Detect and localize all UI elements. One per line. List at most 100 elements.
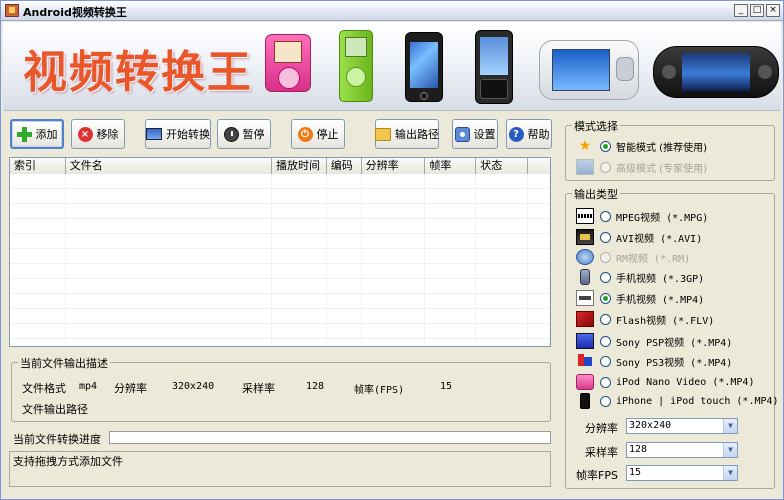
table-row[interactable] bbox=[10, 309, 550, 324]
output-option-label: Sony PS3视频 (*.MP4) bbox=[616, 357, 733, 369]
stop-button[interactable]: ⏻ 停止 bbox=[291, 119, 345, 149]
output-radio[interactable] bbox=[600, 355, 611, 367]
format-label: 文件格式 bbox=[22, 382, 66, 395]
samplerate-select[interactable]: 128 ▼ bbox=[626, 442, 738, 458]
table-row[interactable] bbox=[10, 294, 550, 309]
smart-mode-label: 智能模式 (推荐使用) bbox=[616, 142, 707, 154]
folder-icon bbox=[375, 127, 391, 141]
expert-mode-radio[interactable] bbox=[600, 161, 611, 173]
table-row[interactable] bbox=[10, 174, 550, 189]
psp-image bbox=[653, 46, 779, 98]
mode-selection-group: 模式选择 ★ 智能模式 (推荐使用) 高级模式 (专家使用) bbox=[565, 118, 775, 181]
expert-mode-label: 高级模式 (专家使用) bbox=[616, 163, 707, 175]
iphone-image bbox=[405, 32, 443, 102]
banner-title: 视频转换王 bbox=[23, 47, 253, 98]
table-row[interactable] bbox=[10, 219, 550, 234]
output-radio[interactable] bbox=[600, 395, 611, 407]
help-button[interactable]: ? 帮助 bbox=[506, 119, 552, 149]
output-option-flv[interactable]: Flash视频 (*.FLV) bbox=[576, 311, 714, 327]
pause-button-label: 暂停 bbox=[242, 128, 265, 141]
chevron-down-icon[interactable]: ▼ bbox=[723, 419, 737, 433]
minimize-button[interactable]: _ bbox=[734, 4, 748, 17]
smart-mode-radio[interactable] bbox=[600, 140, 611, 152]
column-header[interactable]: 文件名 bbox=[65, 158, 272, 174]
screen-icon bbox=[146, 128, 162, 140]
expert-mode-option[interactable]: 高级模式 (专家使用) bbox=[576, 159, 707, 175]
psp-icon bbox=[576, 333, 594, 349]
table-row[interactable] bbox=[10, 279, 550, 294]
output-option-ps3[interactable]: Sony PS3视频 (*.MP4) bbox=[576, 353, 732, 369]
table-row[interactable] bbox=[10, 189, 550, 204]
table-row[interactable] bbox=[10, 234, 550, 249]
resolution-select[interactable]: 320x240 ▼ bbox=[626, 418, 738, 434]
app-icon bbox=[5, 4, 19, 17]
title-bar[interactable]: Android视频转换王 _ □ × bbox=[1, 1, 783, 21]
chevron-down-icon[interactable]: ▼ bbox=[723, 466, 737, 480]
table-row[interactable] bbox=[10, 249, 550, 264]
output-option-mp4[interactable]: 手机视频 (*.MP4) bbox=[576, 290, 704, 306]
status-text: 支持拖拽方式添加文件 bbox=[13, 455, 123, 468]
column-header[interactable]: 索引 bbox=[10, 158, 66, 174]
fps-value: 15 bbox=[440, 381, 453, 392]
fps-select-value: 15 bbox=[629, 467, 642, 478]
chevron-down-icon[interactable]: ▼ bbox=[723, 443, 737, 457]
banner: 视频转换王 bbox=[3, 22, 781, 111]
output-path-field-label: 文件输出路径 bbox=[22, 403, 88, 416]
pause-button[interactable]: 暂停 bbox=[217, 119, 271, 149]
column-header[interactable]: 状态 bbox=[476, 158, 529, 174]
table-row[interactable] bbox=[10, 204, 550, 219]
playstation-icon bbox=[576, 353, 594, 369]
status-box: 支持拖拽方式添加文件 bbox=[9, 451, 551, 487]
samplerate-select-value: 128 bbox=[629, 444, 648, 455]
file-list-table[interactable]: 索引 文件名 播放时间 编码 分辨率 帧率 状态 bbox=[9, 157, 551, 347]
param-resolution-label: 分辨率 bbox=[585, 422, 618, 435]
add-button[interactable]: 添加 bbox=[10, 119, 64, 149]
output-radio[interactable] bbox=[600, 251, 611, 263]
close-button[interactable]: × bbox=[766, 4, 780, 17]
smart-mode-option[interactable]: ★ 智能模式 (推荐使用) bbox=[576, 138, 707, 154]
table-row[interactable] bbox=[10, 264, 550, 279]
output-path-button[interactable]: 输出路径 bbox=[375, 119, 439, 149]
output-option-3gp[interactable]: 手机视频 (*.3GP) bbox=[576, 269, 704, 285]
output-radio[interactable] bbox=[600, 376, 611, 388]
remove-button[interactable]: × 移除 bbox=[71, 119, 125, 149]
column-header[interactable]: 分辨率 bbox=[361, 158, 426, 174]
fps-select[interactable]: 15 ▼ bbox=[626, 465, 738, 481]
output-radio[interactable] bbox=[600, 210, 611, 222]
output-radio[interactable] bbox=[600, 335, 611, 347]
output-option-psp[interactable]: Sony PSP视频 (*.MP4) bbox=[576, 333, 732, 349]
start-convert-label: 开始转换 bbox=[166, 128, 210, 141]
output-radio[interactable] bbox=[600, 231, 611, 243]
output-option-mpeg[interactable]: MPEG视频 (*.MPG) bbox=[576, 208, 708, 224]
output-option-avi[interactable]: AVI视频 (*.AVI) bbox=[576, 229, 702, 245]
param-samplerate-label: 采样率 bbox=[585, 446, 618, 459]
output-option-iphone[interactable]: iPhone | iPod touch (*.MP4) bbox=[576, 393, 779, 409]
table-row[interactable] bbox=[10, 339, 550, 346]
output-option-rm[interactable]: RM视频 (*.RM) bbox=[576, 249, 690, 265]
fps-label: 帧率(FPS) bbox=[354, 385, 405, 396]
progress-label: 当前文件转换进度 bbox=[13, 433, 101, 446]
column-header[interactable]: 帧率 bbox=[425, 158, 477, 174]
output-option-label: MPEG视频 (*.MPG) bbox=[616, 212, 709, 224]
resolution-value: 320x240 bbox=[172, 381, 215, 392]
output-option-label: RM视频 (*.RM) bbox=[616, 253, 691, 265]
output-description-group: 当前文件输出描述 文件格式 mp4 分辨率 320x240 采样率 128 帧率… bbox=[11, 355, 551, 422]
start-convert-button[interactable]: 开始转换 bbox=[145, 119, 211, 149]
table-header: 索引 文件名 播放时间 编码 分辨率 帧率 状态 bbox=[10, 158, 550, 174]
main-window: Android视频转换王 _ □ × 视频转换王 添加 × 移除 开始转换 暂停… bbox=[0, 0, 784, 500]
maximize-button[interactable]: □ bbox=[750, 4, 764, 17]
column-header[interactable]: 编码 bbox=[326, 158, 362, 174]
output-radio[interactable] bbox=[600, 271, 611, 283]
output-radio[interactable] bbox=[600, 292, 611, 304]
power-icon: ⏻ bbox=[297, 126, 313, 142]
android-phone-image bbox=[475, 30, 513, 104]
settings-button[interactable]: 设置 bbox=[452, 119, 498, 149]
output-option-label: AVI视频 (*.AVI) bbox=[616, 233, 703, 245]
conversion-progress-bar bbox=[109, 431, 551, 444]
column-header[interactable]: 播放时间 bbox=[272, 158, 327, 174]
output-option-label: Sony PSP视频 (*.MP4) bbox=[616, 337, 733, 349]
output-option-ipod-nano[interactable]: iPod Nano Video (*.MP4) bbox=[576, 374, 754, 390]
add-button-label: 添加 bbox=[35, 128, 58, 141]
output-radio[interactable] bbox=[600, 313, 611, 325]
table-row[interactable] bbox=[10, 324, 550, 339]
